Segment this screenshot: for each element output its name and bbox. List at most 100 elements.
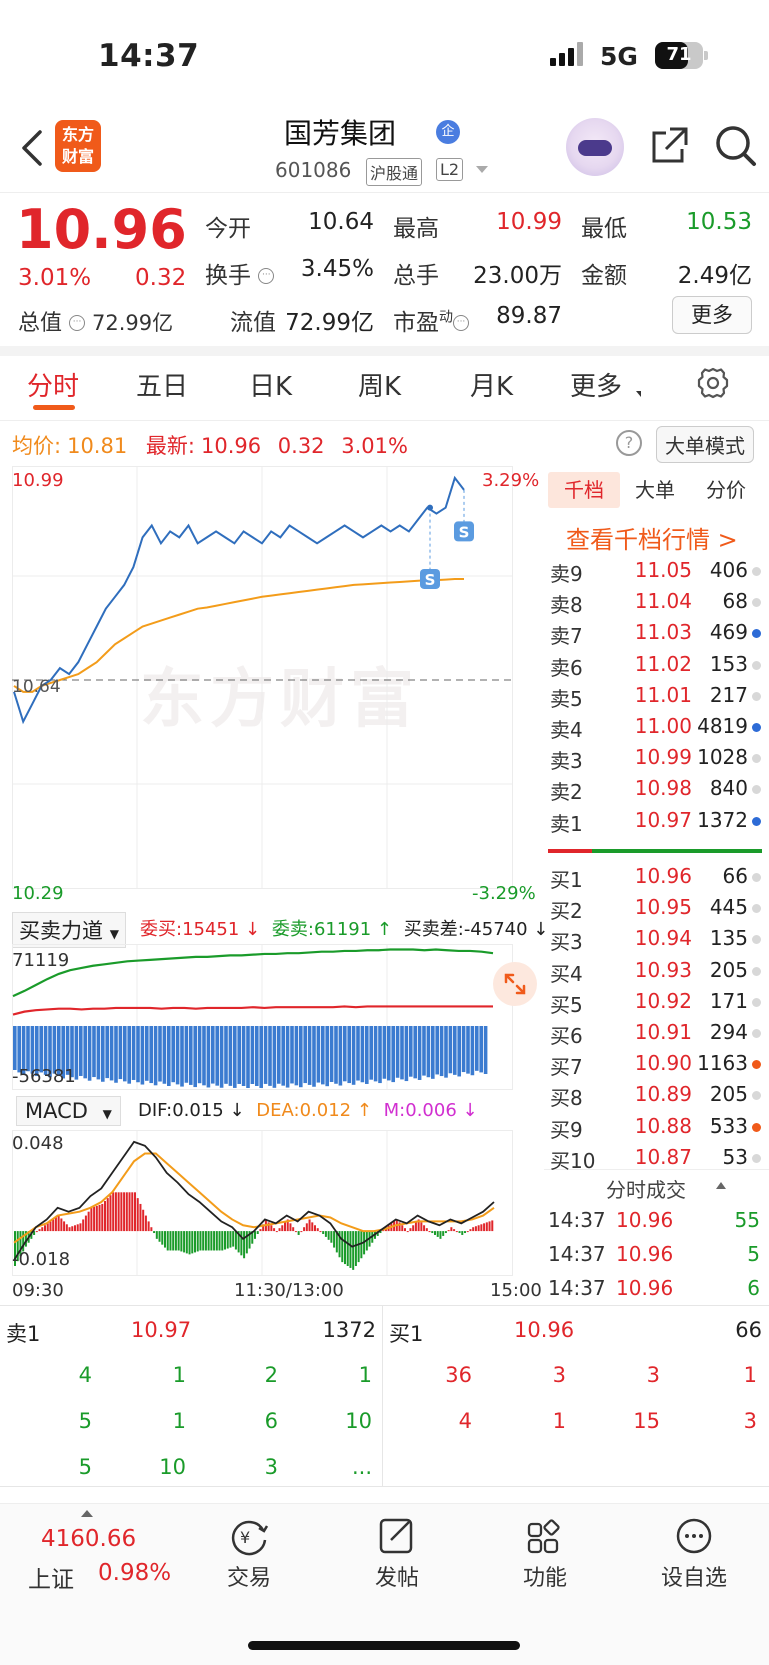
info-icon[interactable]: ···	[453, 315, 469, 331]
bid-level: 买2	[550, 899, 583, 924]
moneyflow-bar	[426, 1026, 431, 1078]
macd-select[interactable]: MACD ▼	[16, 1096, 121, 1126]
more-button[interactable]: 更多	[672, 296, 752, 334]
moneyflow-bar	[118, 1026, 123, 1080]
back-icon[interactable]	[18, 128, 48, 168]
macd-select-label: MACD	[25, 1099, 88, 1123]
order-book-row[interactable]: 卖2 10.98 840	[548, 776, 762, 807]
order-book-row[interactable]: 买6 10.91 294	[548, 1020, 762, 1051]
pe-superscript: 动	[439, 309, 453, 326]
indicator-select[interactable]: 买卖力道 ▼	[12, 912, 126, 948]
tab-depth[interactable]: 千档	[548, 472, 620, 508]
moneyflow-bar	[224, 1026, 228, 1084]
index-name[interactable]: 上证	[28, 1560, 74, 1594]
moneyflow-bar	[202, 1026, 206, 1086]
order-book-row[interactable]: 卖5 11.01 217	[548, 683, 762, 714]
stat-label: 总手	[393, 263, 439, 289]
nav-post[interactable]: 发帖	[349, 1516, 445, 1592]
order-book-row[interactable]: 卖7 11.03 469	[548, 620, 762, 651]
macd-bar	[270, 1225, 273, 1232]
enterprise-badge-icon: 企	[436, 120, 460, 144]
order-book-row[interactable]: 卖1 10.97 1372	[548, 808, 762, 839]
order-book-row[interactable]: 卖4 11.00 4819	[548, 714, 762, 745]
moneyflow-bar	[479, 1026, 483, 1073]
index-percent[interactable]: 0.98%	[98, 1560, 171, 1586]
macd-dea: DEA:0.012	[256, 1100, 352, 1121]
order-book-row[interactable]: 买5 10.92 171	[548, 989, 762, 1020]
watchlist-icon	[676, 1518, 712, 1554]
big-order-mode-button[interactable]: 大单模式	[656, 426, 754, 463]
caret-up-icon[interactable]	[81, 1510, 93, 1517]
order-book-row[interactable]: 买8 10.89 205	[548, 1082, 762, 1113]
order-book-row[interactable]: 买4 10.93 205	[548, 958, 762, 989]
order-book-row[interactable]: 买3 10.94 135	[548, 926, 762, 957]
bid-volume: 1163	[697, 1051, 748, 1076]
macd-bar	[354, 1231, 357, 1266]
tab-day-k[interactable]: 日K	[249, 366, 292, 403]
nav-trade[interactable]: ¥ 交易	[201, 1516, 297, 1592]
tab-price-dist[interactable]: 分价	[690, 472, 762, 508]
macd-bar	[300, 1231, 303, 1233]
expand-icon[interactable]	[493, 962, 537, 1006]
robot-assistant-icon[interactable]	[566, 118, 624, 176]
depth-link[interactable]: 查看千档行情 >	[566, 520, 738, 555]
order-book-row[interactable]: 卖8 11.04 68	[548, 589, 762, 620]
volume-dot	[752, 1029, 761, 1038]
sell-marker[interactable]: S	[454, 521, 474, 542]
queue-sell-cell: 6	[264, 1409, 278, 1433]
macd-bar	[436, 1231, 439, 1237]
volume-dot	[752, 1153, 761, 1163]
bid-volume: 171	[709, 988, 748, 1013]
moneyflow-bar	[413, 1026, 417, 1079]
moneyflow-bar	[387, 1026, 391, 1081]
app-logo[interactable]: 东方财富	[55, 120, 101, 172]
macd-dif: DIF:0.015	[138, 1100, 224, 1121]
macd-bar	[54, 1217, 57, 1232]
macd-bar	[450, 1227, 453, 1232]
macd-bar	[224, 1231, 226, 1250]
moneyflow-bar	[466, 1026, 470, 1074]
tab-five-day[interactable]: 五日	[136, 366, 188, 403]
tab-big-orders[interactable]: 大单	[620, 472, 690, 508]
home-indicator[interactable]	[248, 1641, 520, 1650]
moneyflow-bar	[435, 1026, 439, 1075]
caret-down-icon[interactable]	[476, 166, 488, 173]
queue-buy-cell: 1	[743, 1363, 757, 1387]
macd-bar	[254, 1231, 256, 1239]
sell-marker[interactable]: S	[420, 568, 440, 589]
order-book-row[interactable]: 买7 10.90 1163	[548, 1051, 762, 1082]
index-value[interactable]: 4160.66	[41, 1526, 136, 1552]
info-icon[interactable]: ···	[258, 268, 275, 284]
ticks-title[interactable]: 分时成交	[606, 1174, 686, 1203]
info-icon[interactable]: ···	[69, 315, 86, 331]
volume-dot	[752, 873, 761, 882]
macd-bar	[414, 1222, 417, 1232]
intraday-chart[interactable]: SS	[12, 466, 544, 906]
order-book-row[interactable]: 买10 10.87 53	[548, 1145, 762, 1176]
tab-month-k[interactable]: 月K	[470, 366, 513, 403]
help-icon[interactable]: ?	[616, 430, 642, 456]
order-book-row[interactable]: 卖6 11.02 153	[548, 652, 762, 683]
tab-intraday[interactable]: 分时	[27, 366, 79, 403]
order-book-row[interactable]: 买1 10.96 66	[548, 864, 762, 895]
nav-function[interactable]: 功能	[497, 1516, 593, 1592]
macd-bar	[458, 1231, 461, 1234]
tab-more[interactable]: 更多	[570, 366, 622, 403]
moneyflow-bar	[215, 1026, 219, 1086]
moneyflow-bar	[294, 1026, 299, 1086]
nav-watchlist[interactable]: 设自选	[646, 1516, 742, 1592]
order-book-row[interactable]: 买2 10.95 445	[548, 895, 762, 926]
tab-week-k[interactable]: 周K	[358, 366, 401, 403]
share-icon[interactable]	[648, 125, 690, 167]
gear-icon[interactable]	[696, 366, 730, 400]
moneyflow-bar	[206, 1026, 211, 1088]
search-icon[interactable]	[714, 124, 758, 168]
order-book-row[interactable]: 卖3 10.99 1028	[548, 745, 762, 776]
ask-level: 卖7	[550, 624, 583, 649]
order-book-row[interactable]: 卖9 11.05 406	[548, 558, 762, 589]
macd-bar	[125, 1192, 128, 1232]
caret-up-icon[interactable]	[716, 1182, 726, 1189]
macd-bar	[84, 1215, 87, 1232]
ask-level: 卖9	[550, 562, 583, 586]
order-book-row[interactable]: 买9 10.88 533	[548, 1114, 762, 1145]
